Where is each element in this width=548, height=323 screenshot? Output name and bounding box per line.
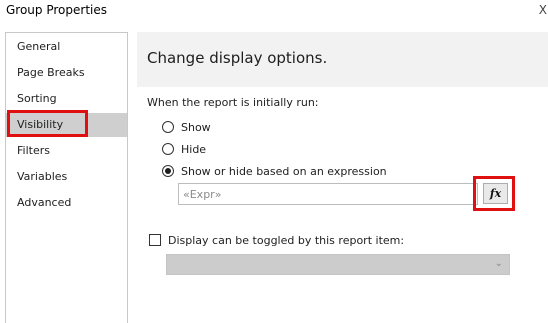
sidebar-item-general[interactable]: General [6,35,127,59]
toggle-checkbox-row[interactable]: Display can be toggled by this report it… [149,232,404,248]
radio-show[interactable]: Show [162,119,211,135]
fx-button[interactable]: fx [483,183,508,204]
sidebar-item-variables[interactable]: Variables [6,165,127,189]
sidebar-item-page-breaks[interactable]: Page Breaks [6,61,127,85]
title-bar: Group Properties X [0,0,548,26]
toggle-checkbox[interactable] [149,234,161,246]
sidebar-item-advanced[interactable]: Advanced [6,191,127,215]
sidebar-item-filters[interactable]: Filters [6,139,127,163]
radio-show-label: Show [181,120,211,134]
header-band: Change display options. [137,32,548,87]
radio-hide[interactable]: Hide [162,141,206,157]
expression-input[interactable] [178,183,478,205]
visibility-highlight-box [7,110,88,137]
radio-show-circle[interactable] [162,121,174,133]
toggle-checkbox-label: Display can be toggled by this report it… [168,233,405,247]
sidebar-item-sorting[interactable]: Sorting [6,87,127,111]
main-panel: Change display options. When the report … [137,32,548,323]
toggle-item-dropdown[interactable]: ⌄ [166,254,510,275]
radio-hide-circle[interactable] [162,143,174,155]
sidebar: General Page Breaks Sorting Visibility F… [5,32,128,323]
chevron-down-icon: ⌄ [494,258,503,269]
radio-expression-label: Show or hide based on an expression [181,164,387,178]
radio-expression-circle[interactable] [162,165,174,177]
radio-hide-label: Hide [181,142,207,156]
close-icon[interactable]: X [539,3,547,17]
page-title: Change display options. [147,49,328,67]
radio-expression[interactable]: Show or hide based on an expression [162,163,387,179]
initial-run-label: When the report is initially run: [147,96,319,109]
window-title: Group Properties [6,3,107,17]
